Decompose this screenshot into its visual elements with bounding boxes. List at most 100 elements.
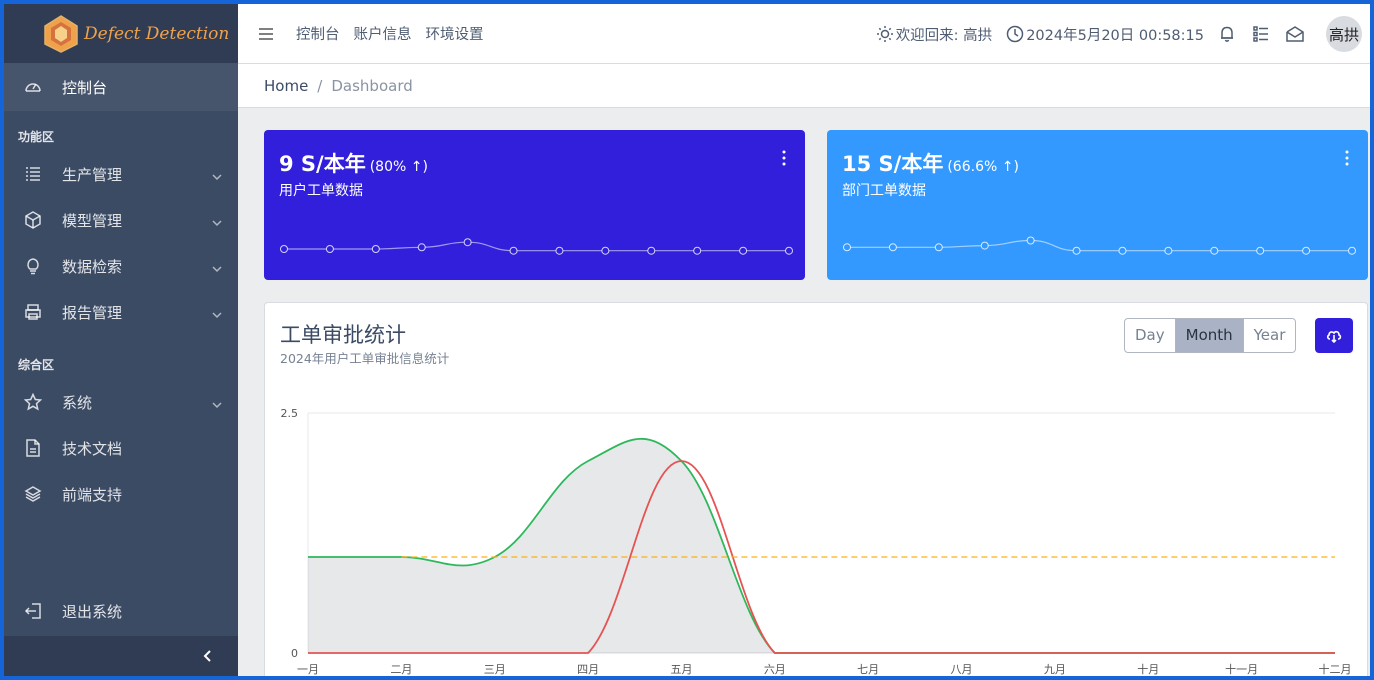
series-area	[308, 438, 1335, 653]
period-month-button[interactable]: Month	[1174, 319, 1244, 352]
breadcrumb: Home / Dashboard	[238, 64, 1370, 108]
sidebar-item-reports[interactable]: 报告管理	[4, 289, 238, 335]
task-list-button[interactable]	[1252, 25, 1272, 43]
period-year-button[interactable]: Year	[1244, 319, 1296, 352]
sidebar-item-label: 生产管理	[62, 165, 123, 184]
x-tick-label: 四月	[577, 663, 599, 676]
sparkline-point	[934, 243, 943, 252]
stat-card-department-orders: 15 S/本年 (66.6% ↑) 部门工单数据	[827, 130, 1368, 280]
header-nav-account[interactable]: 账户信息	[354, 23, 412, 44]
document-icon	[24, 439, 42, 457]
x-tick-label: 十一月	[1225, 662, 1258, 676]
brand-name: Defect Detection	[84, 23, 230, 44]
lightbulb-icon	[24, 257, 42, 275]
stat-label: 用户工单数据	[279, 183, 363, 199]
y-tick-label: 2.5	[281, 407, 299, 420]
sidebar-item-dashboard[interactable]: 控制台	[4, 63, 238, 111]
task-list-icon	[1252, 25, 1270, 43]
welcome-text: 欢迎回来: 高拱	[895, 27, 993, 44]
sidebar-item-label: 前端支持	[62, 485, 123, 504]
sparkline-point	[1026, 236, 1035, 245]
chevron-left-icon	[202, 647, 214, 666]
app-frame: Defect Detection 控制台 功能区 生产管理 模型管理 数据检索 …	[4, 4, 1370, 676]
cube-icon	[24, 211, 42, 229]
chevron-down-icon	[212, 260, 222, 273]
clock-icon	[1006, 25, 1024, 43]
x-tick-label: 七月	[857, 663, 879, 676]
x-tick-label: 八月	[951, 663, 973, 676]
menu-toggle-icon[interactable]	[258, 26, 274, 42]
stat-card-user-orders: 9 S/本年 (80% ↑) 用户工单数据	[264, 130, 805, 280]
sidebar-item-production[interactable]: 生产管理	[4, 151, 238, 197]
bell-icon	[1218, 25, 1236, 43]
breadcrumb-home[interactable]: Home	[264, 77, 308, 95]
datetime-display: 2024年5月20日 00:58:15	[1006, 24, 1204, 45]
header-nav-settings[interactable]: 环境设置	[426, 23, 484, 44]
envelope-open-icon	[1286, 25, 1304, 43]
sparkline-point	[1118, 246, 1127, 255]
period-day-button[interactable]: Day	[1125, 319, 1175, 352]
header-right: 欢迎回来: 高拱 2024年5月20日 00:58:15 高拱	[876, 4, 1362, 64]
header-nav: 控制台 账户信息 环境设置	[296, 23, 484, 44]
x-tick-label: 一月	[297, 663, 319, 676]
sparkline-point	[647, 246, 656, 255]
sparkline-point	[1348, 246, 1356, 255]
sidebar-item-label: 技术文档	[62, 439, 123, 458]
list-icon	[24, 165, 42, 183]
sidebar-section-title: 功能区	[18, 129, 55, 144]
more-vertical-icon[interactable]	[1344, 150, 1350, 166]
download-button[interactable]	[1315, 318, 1353, 353]
brand[interactable]: Defect Detection	[4, 4, 238, 63]
welcome-message: 欢迎回来: 高拱	[876, 24, 993, 45]
more-vertical-icon[interactable]	[781, 150, 787, 166]
sparkline-point	[888, 243, 897, 252]
cloud-download-icon	[1326, 330, 1342, 343]
stat-value-text: 9 S/本年	[279, 152, 366, 176]
y-tick-label: 0	[291, 647, 298, 660]
stat-value: 9 S/本年 (80% ↑)	[279, 148, 428, 178]
sidebar-minimize-button[interactable]	[4, 636, 238, 676]
sidebar-item-frontend[interactable]: 前端支持	[4, 471, 238, 517]
sparkline-point	[463, 238, 472, 247]
logout-icon	[24, 602, 42, 620]
chart-title: 工单审批统计	[280, 323, 406, 347]
sidebar-item-label: 系统	[62, 393, 93, 412]
approval-line-chart: 0 2.5 一月 二月 三月 四月 五月 六月 七月 八月 九月 十月 十一月 十二月	[281, 407, 1352, 676]
stat-label: 部门工单数据	[842, 183, 926, 199]
x-tick-label: 六月	[764, 663, 786, 676]
sparkline-chart	[280, 238, 793, 255]
sidebar-item-models[interactable]: 模型管理	[4, 197, 238, 243]
stat-value-text: 15 S/本年	[842, 152, 944, 176]
chevron-down-icon	[212, 396, 222, 409]
breadcrumb-separator: /	[317, 76, 323, 95]
x-tick-label: 九月	[1044, 663, 1066, 676]
x-tick-label: 五月	[670, 663, 692, 676]
sparkline-point	[980, 241, 989, 250]
stat-percent: (80% ↑)	[369, 159, 428, 175]
sidebar-item-label: 退出系统	[62, 602, 123, 621]
x-tick-label: 十月	[1137, 662, 1159, 676]
messages-button[interactable]	[1286, 25, 1306, 43]
sparkline-point	[1164, 246, 1173, 255]
sidebar-item-search[interactable]: 数据检索	[4, 243, 238, 289]
layers-icon	[24, 485, 42, 503]
sparkline-point	[739, 246, 748, 255]
header-nav-dashboard[interactable]: 控制台	[296, 23, 340, 44]
sparkline-point	[325, 245, 334, 253]
notifications-button[interactable]	[1218, 25, 1238, 43]
speedometer-icon	[24, 78, 42, 96]
sparkline-point	[601, 246, 610, 255]
header: 控制台 账户信息 环境设置 欢迎回来: 高拱 2024年5月20日 00:58:…	[238, 4, 1370, 64]
chevron-down-icon	[212, 168, 222, 181]
sparkline-point	[417, 243, 426, 252]
sidebar-item-docs[interactable]: 技术文档	[4, 425, 238, 471]
star-icon	[24, 393, 42, 411]
sidebar-item-logout[interactable]: 退出系统	[4, 588, 238, 634]
approval-stats-card: 工单审批统计 2024年用户工单审批信息统计 Day Month Year 0 2…	[264, 302, 1368, 676]
avatar[interactable]: 高拱	[1326, 16, 1362, 52]
sparkline-point	[509, 246, 518, 255]
sun-icon	[876, 25, 894, 43]
sparkline-point	[693, 246, 702, 255]
sidebar-item-system[interactable]: 系统	[4, 379, 238, 425]
sparkline-chart	[843, 236, 1356, 255]
